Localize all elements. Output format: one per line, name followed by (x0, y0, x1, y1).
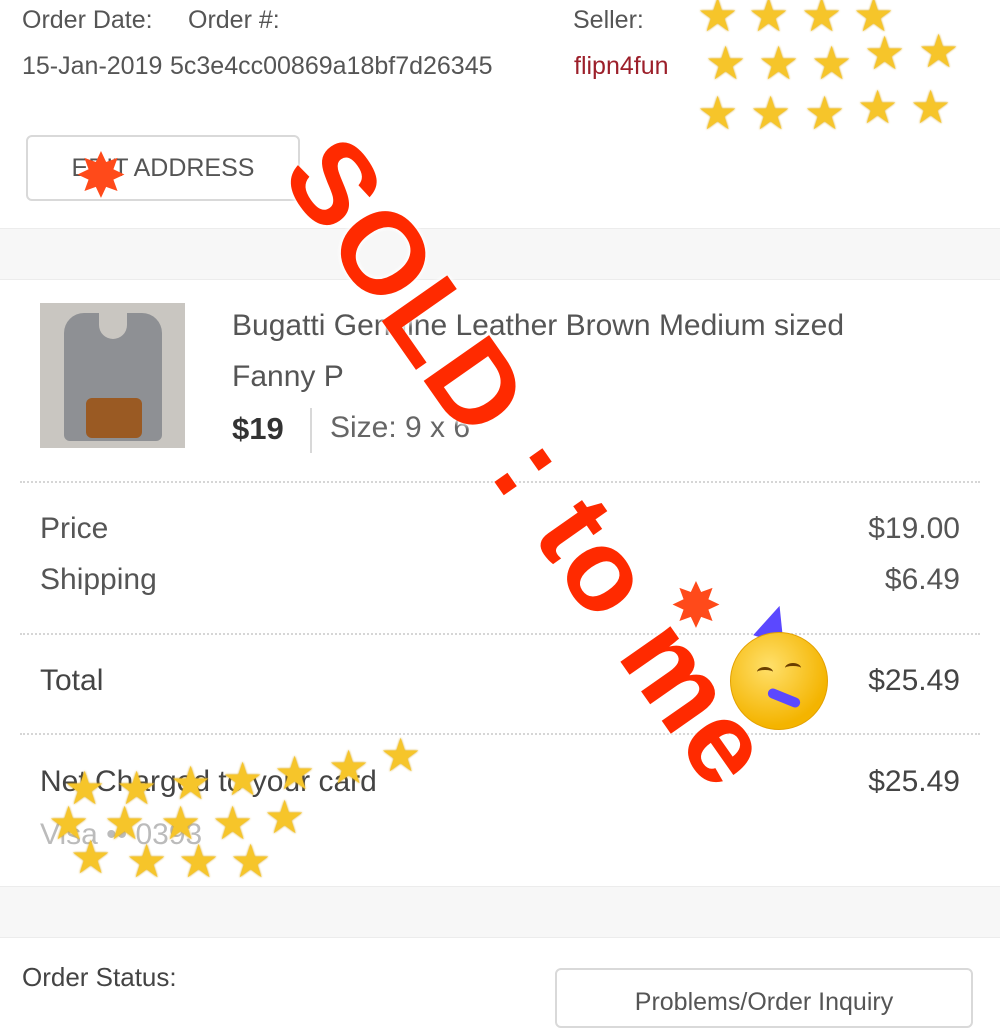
star-icon: ★ (230, 835, 272, 887)
star-icon: ★ (918, 25, 960, 77)
star-icon: ★ (705, 37, 747, 89)
order-date-value: 15-Jan-2019 (22, 52, 163, 80)
product-price: $19 (232, 411, 284, 446)
divider-2 (20, 633, 980, 635)
bottom-separator (0, 886, 1000, 938)
star-icon: ★ (328, 741, 370, 793)
star-icon: ★ (697, 87, 739, 139)
order-number-value: 5c3e4cc00869a18bf7d26345 (170, 52, 493, 80)
sparkle-burst-icon: ✸ (75, 142, 127, 211)
seller-label: Seller: (573, 6, 644, 34)
party-horn-icon (766, 686, 802, 710)
total-value: $25.49 (868, 664, 960, 697)
star-icon: ★ (126, 835, 168, 887)
order-number-label: Order #: (188, 6, 280, 34)
star-icon: ★ (857, 81, 899, 133)
star-icon: ★ (274, 747, 316, 799)
star-icon: ★ (264, 791, 306, 843)
product-image[interactable] (40, 303, 185, 448)
star-icon: ★ (758, 37, 800, 89)
sold-overlay-text: SOLD : to me (258, 113, 801, 811)
star-icon: ★ (748, 0, 790, 41)
problems-inquiry-button[interactable]: Problems/Order Inquiry (555, 968, 973, 1028)
divider-3 (20, 733, 980, 735)
party-face-icon (730, 632, 828, 730)
star-icon: ★ (750, 87, 792, 139)
star-icon: ★ (380, 729, 422, 781)
sparkle-burst-icon: ✸ (670, 572, 722, 641)
star-icon: ★ (697, 0, 739, 41)
price-label: Price (40, 512, 109, 545)
order-status-label: Order Status: (22, 962, 177, 992)
price-size-divider (310, 408, 312, 453)
fanny-pack-shape (86, 398, 142, 438)
section-separator (0, 228, 1000, 280)
order-date-label: Order Date: (22, 6, 153, 34)
star-icon: ★ (864, 27, 906, 79)
party-face-eye-right (785, 663, 801, 673)
shipping-value: $6.49 (884, 563, 960, 596)
seller-link[interactable]: flipn4fun (574, 52, 669, 81)
price-value: $19.00 (868, 512, 960, 545)
star-icon: ★ (910, 81, 952, 133)
product-title-line1[interactable]: Bugatti Genuine Leather Brown Medium siz… (232, 309, 844, 343)
total-label: Total (40, 664, 104, 697)
star-icon: ★ (811, 37, 853, 89)
star-icon: ★ (801, 0, 843, 41)
product-title-line2[interactable]: Fanny P (232, 360, 344, 394)
net-charged-value: $25.49 (868, 765, 960, 798)
star-icon: ★ (804, 87, 846, 139)
star-icon: ★ (222, 753, 264, 805)
party-face-eye-left (757, 667, 773, 677)
star-icon: ★ (70, 831, 112, 883)
shipping-label: Shipping (40, 563, 157, 596)
star-icon: ★ (178, 835, 220, 887)
collar-shape (99, 311, 127, 339)
problems-inquiry-label: Problems/Order Inquiry (634, 988, 894, 1016)
